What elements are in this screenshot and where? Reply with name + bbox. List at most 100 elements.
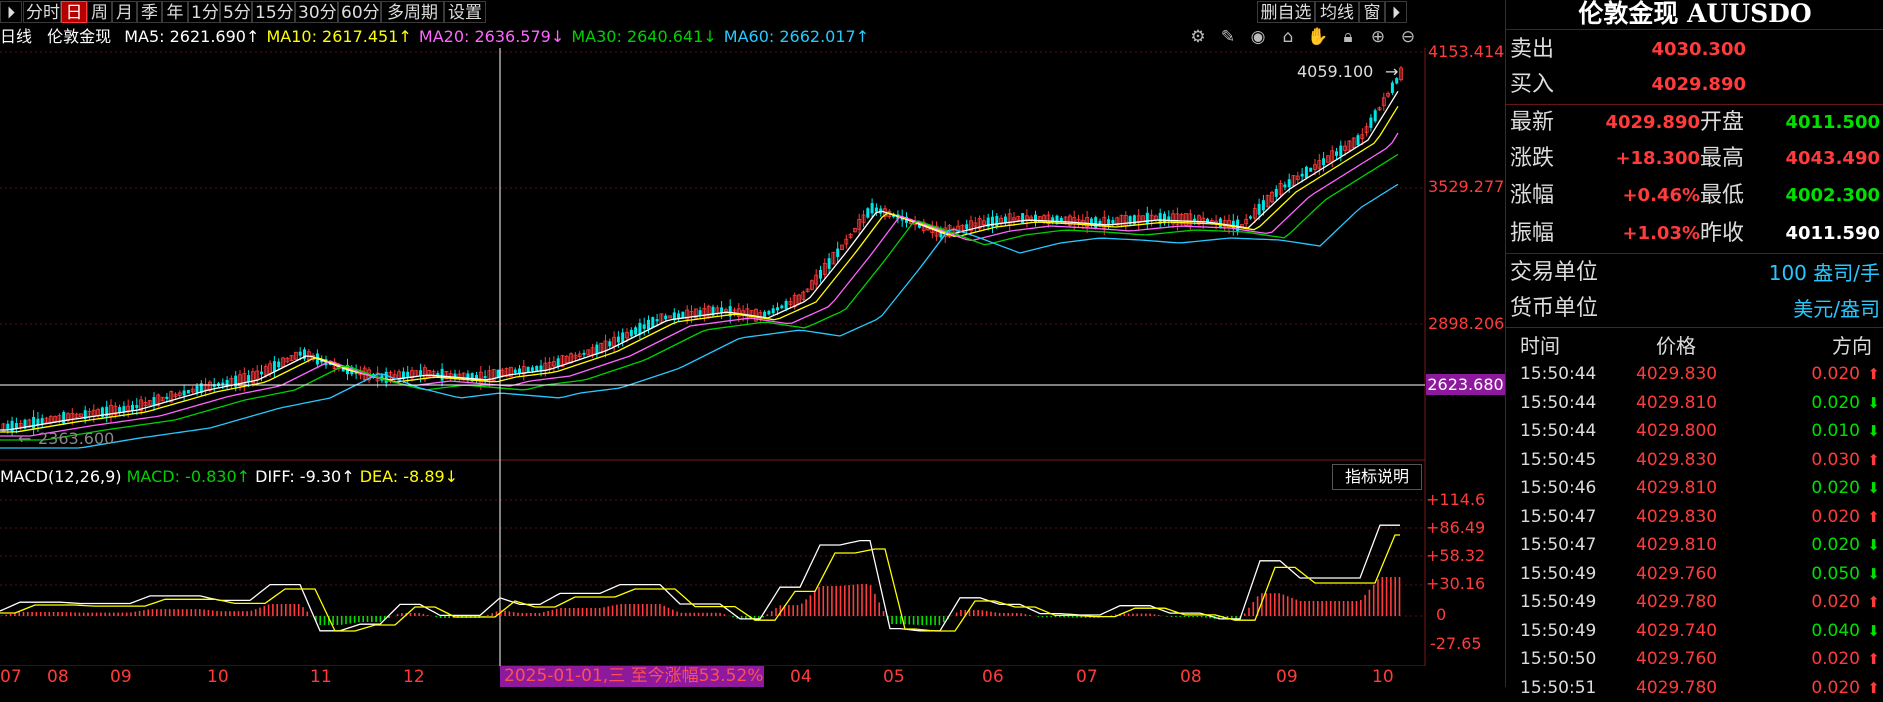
quote-label: 开盘 (1700, 110, 1745, 135)
macd-axis-label: +30.16 (1426, 574, 1486, 593)
up-arrow-icon: ⬆ (1867, 650, 1880, 668)
tick-time: 15:50:45 (1520, 449, 1597, 470)
tick-price: 4029.780 (1636, 592, 1718, 612)
quote-label: 最高 (1700, 146, 1745, 171)
collapse-right-icon[interactable]: ⏵ (1385, 1, 1407, 23)
quote-label: 最新 (1510, 110, 1555, 135)
tab-period-6[interactable]: 1分 (188, 1, 220, 23)
price-axis-label: 3529.277 (1428, 177, 1505, 196)
tick-time: 15:50:50 (1520, 649, 1597, 669)
x-axis-label: 08 (1180, 667, 1202, 687)
crosshair-price-label: 2623.680 (1426, 374, 1505, 395)
down-arrow-icon: ⬇ (1867, 422, 1880, 440)
dea-value: DEA: -8.89↓ (359, 467, 459, 486)
tick-row: 15:50:44 4029.830 0.020 ⬆ (1506, 360, 1883, 388)
tick-price: 4029.740 (1636, 620, 1718, 641)
tab-period-8[interactable]: 15分 (252, 1, 295, 23)
x-axis-label: 05 (883, 667, 905, 687)
tab-period-1[interactable]: 日 (61, 1, 87, 23)
tick-row: 15:50:45 4029.830 0.030 ⬆ (1506, 446, 1883, 474)
quote-panel: 伦敦金现 AUUSDO 卖出 4030.300 买入 4029.890 最新 4… (1505, 0, 1883, 698)
trade-unit-label: 交易单位 (1510, 260, 1599, 285)
tick-price: 4029.760 (1636, 649, 1718, 669)
tick-row: 15:50:49 4029.740 0.040 ⬇ (1506, 617, 1883, 645)
tick-volume: 0.030 (1811, 449, 1860, 470)
bank-icon[interactable]: ⌂ (1273, 27, 1303, 47)
sell-price: 4030.300 (1651, 39, 1746, 60)
tab-period-9[interactable]: 30分 (295, 1, 338, 23)
down-arrow-icon: ⬇ (1867, 564, 1880, 583)
tick-time: 15:50:44 (1520, 392, 1597, 413)
open-price: 4011.500 (1785, 112, 1880, 133)
high-price: 4043.490 (1785, 148, 1880, 169)
tick-volume: 0.020 (1811, 592, 1860, 612)
tick-volume: 0.040 (1811, 620, 1860, 641)
indicator-help-button[interactable]: 指标说明 (1332, 464, 1422, 490)
instrument-name: 伦敦金现 (47, 27, 112, 46)
x-axis-label: 09 (110, 667, 132, 687)
x-axis-label: 10 (1372, 667, 1394, 687)
zoom-out-icon[interactable]: ⊖ (1393, 27, 1423, 47)
ma20-value: MA20: 2636.579↓ (418, 27, 565, 46)
tick-price: 4029.800 (1636, 421, 1718, 441)
tick-volume: 0.020 (1811, 649, 1860, 669)
tab-period-7[interactable]: 5分 (220, 1, 252, 23)
x-axis-label: 10 (207, 667, 229, 687)
tick-price: 4029.830 (1636, 364, 1718, 384)
x-axis-label: 08 (47, 667, 69, 687)
zoom-in-icon[interactable]: ⊕ (1363, 27, 1393, 47)
tick-row: 15:50:44 4029.810 0.020 ⬇ (1506, 389, 1883, 417)
low-price: 4002.300 (1785, 185, 1880, 206)
period-toolbar: ⏵ 分时 日 周 月 季 年 1分 5分 15分 30分 60分 多周期 设置 … (0, 0, 1505, 24)
tab-period-11[interactable]: 多周期 (381, 1, 444, 23)
tick-row: 15:50:50 4029.760 0.020 ⬆ (1506, 645, 1883, 673)
macd-axis-label: +114.6 (1426, 490, 1486, 509)
pen-icon[interactable]: ✎ (1213, 27, 1243, 47)
tick-time: 15:50:47 (1520, 535, 1597, 555)
up-arrow-icon: ⬆ (1867, 365, 1880, 383)
tick-price: 4029.810 (1636, 535, 1718, 555)
hand-icon[interactable]: ✋ (1303, 27, 1333, 47)
x-axis-label: 04 (790, 667, 812, 687)
down-arrow-icon: ⬇ (1867, 393, 1880, 412)
x-axis-label: 09 (1276, 667, 1298, 687)
tab-period-2[interactable]: 周 (87, 1, 112, 23)
tab-period-0[interactable]: 分时 (23, 1, 61, 23)
chart-tools: ⚙ ✎ ◉ ⌂ ✋ 🔒︎ ⊕ ⊖ (1183, 27, 1423, 47)
tick-row: 15:50:49 4029.780 0.020 ⬆ (1506, 588, 1883, 616)
down-arrow-icon: ⬇ (1867, 479, 1880, 497)
ma-toggle-button[interactable]: 均线 (1315, 1, 1359, 23)
tick-volume: 0.010 (1811, 421, 1860, 441)
tick-row: 15:50:46 4029.810 0.020 ⬇ (1506, 474, 1883, 502)
tick-header-time: 时间 (1520, 334, 1560, 358)
remove-favorite-button[interactable]: 删自选 (1257, 1, 1315, 23)
tick-time: 15:50:47 (1520, 506, 1597, 527)
tick-volume: 0.020 (1811, 364, 1860, 384)
lock-icon[interactable]: 🔒︎ (1333, 27, 1363, 47)
panel-title: 伦敦金现 AUUSDO (1578, 0, 1812, 28)
down-arrow-icon: ⬇ (1867, 536, 1880, 554)
quote-label: 涨幅 (1510, 183, 1555, 208)
tab-period-5[interactable]: 年 (162, 1, 188, 23)
tick-volume: 0.020 (1811, 506, 1860, 527)
macd-label: MACD(12,26,9) (0, 467, 122, 486)
tick-row: 15:50:49 4029.760 0.050 ⬇ (1506, 560, 1883, 588)
currency-value: 美元/盎司 (1793, 297, 1880, 321)
currency-label: 货币单位 (1510, 296, 1599, 321)
collapse-left-icon[interactable]: ⏵ (0, 1, 22, 23)
candlestick-chart[interactable] (0, 48, 1505, 666)
tick-row: 15:50:51 4029.780 0.020 ⬆ (1506, 674, 1883, 702)
up-arrow-icon: ⬆ (1867, 507, 1880, 526)
x-axis-label: 12 (403, 667, 425, 687)
tab-period-4[interactable]: 季 (137, 1, 162, 23)
tick-row: 15:50:47 4029.830 0.020 ⬆ (1506, 503, 1883, 531)
settings-button[interactable]: 设置 (444, 1, 486, 23)
window-button[interactable]: 窗 (1359, 1, 1385, 23)
x-axis-label: 07 (0, 667, 22, 687)
gear-icon[interactable]: ⚙ (1183, 27, 1213, 47)
change-value: +18.300 (1615, 148, 1700, 169)
tab-period-10[interactable]: 60分 (338, 1, 381, 23)
tab-period-3[interactable]: 月 (112, 1, 137, 23)
eye-icon[interactable]: ◉ (1243, 27, 1273, 47)
crosshair-date-label: 2025-01-01,三 至今涨幅53.52% (500, 666, 764, 687)
